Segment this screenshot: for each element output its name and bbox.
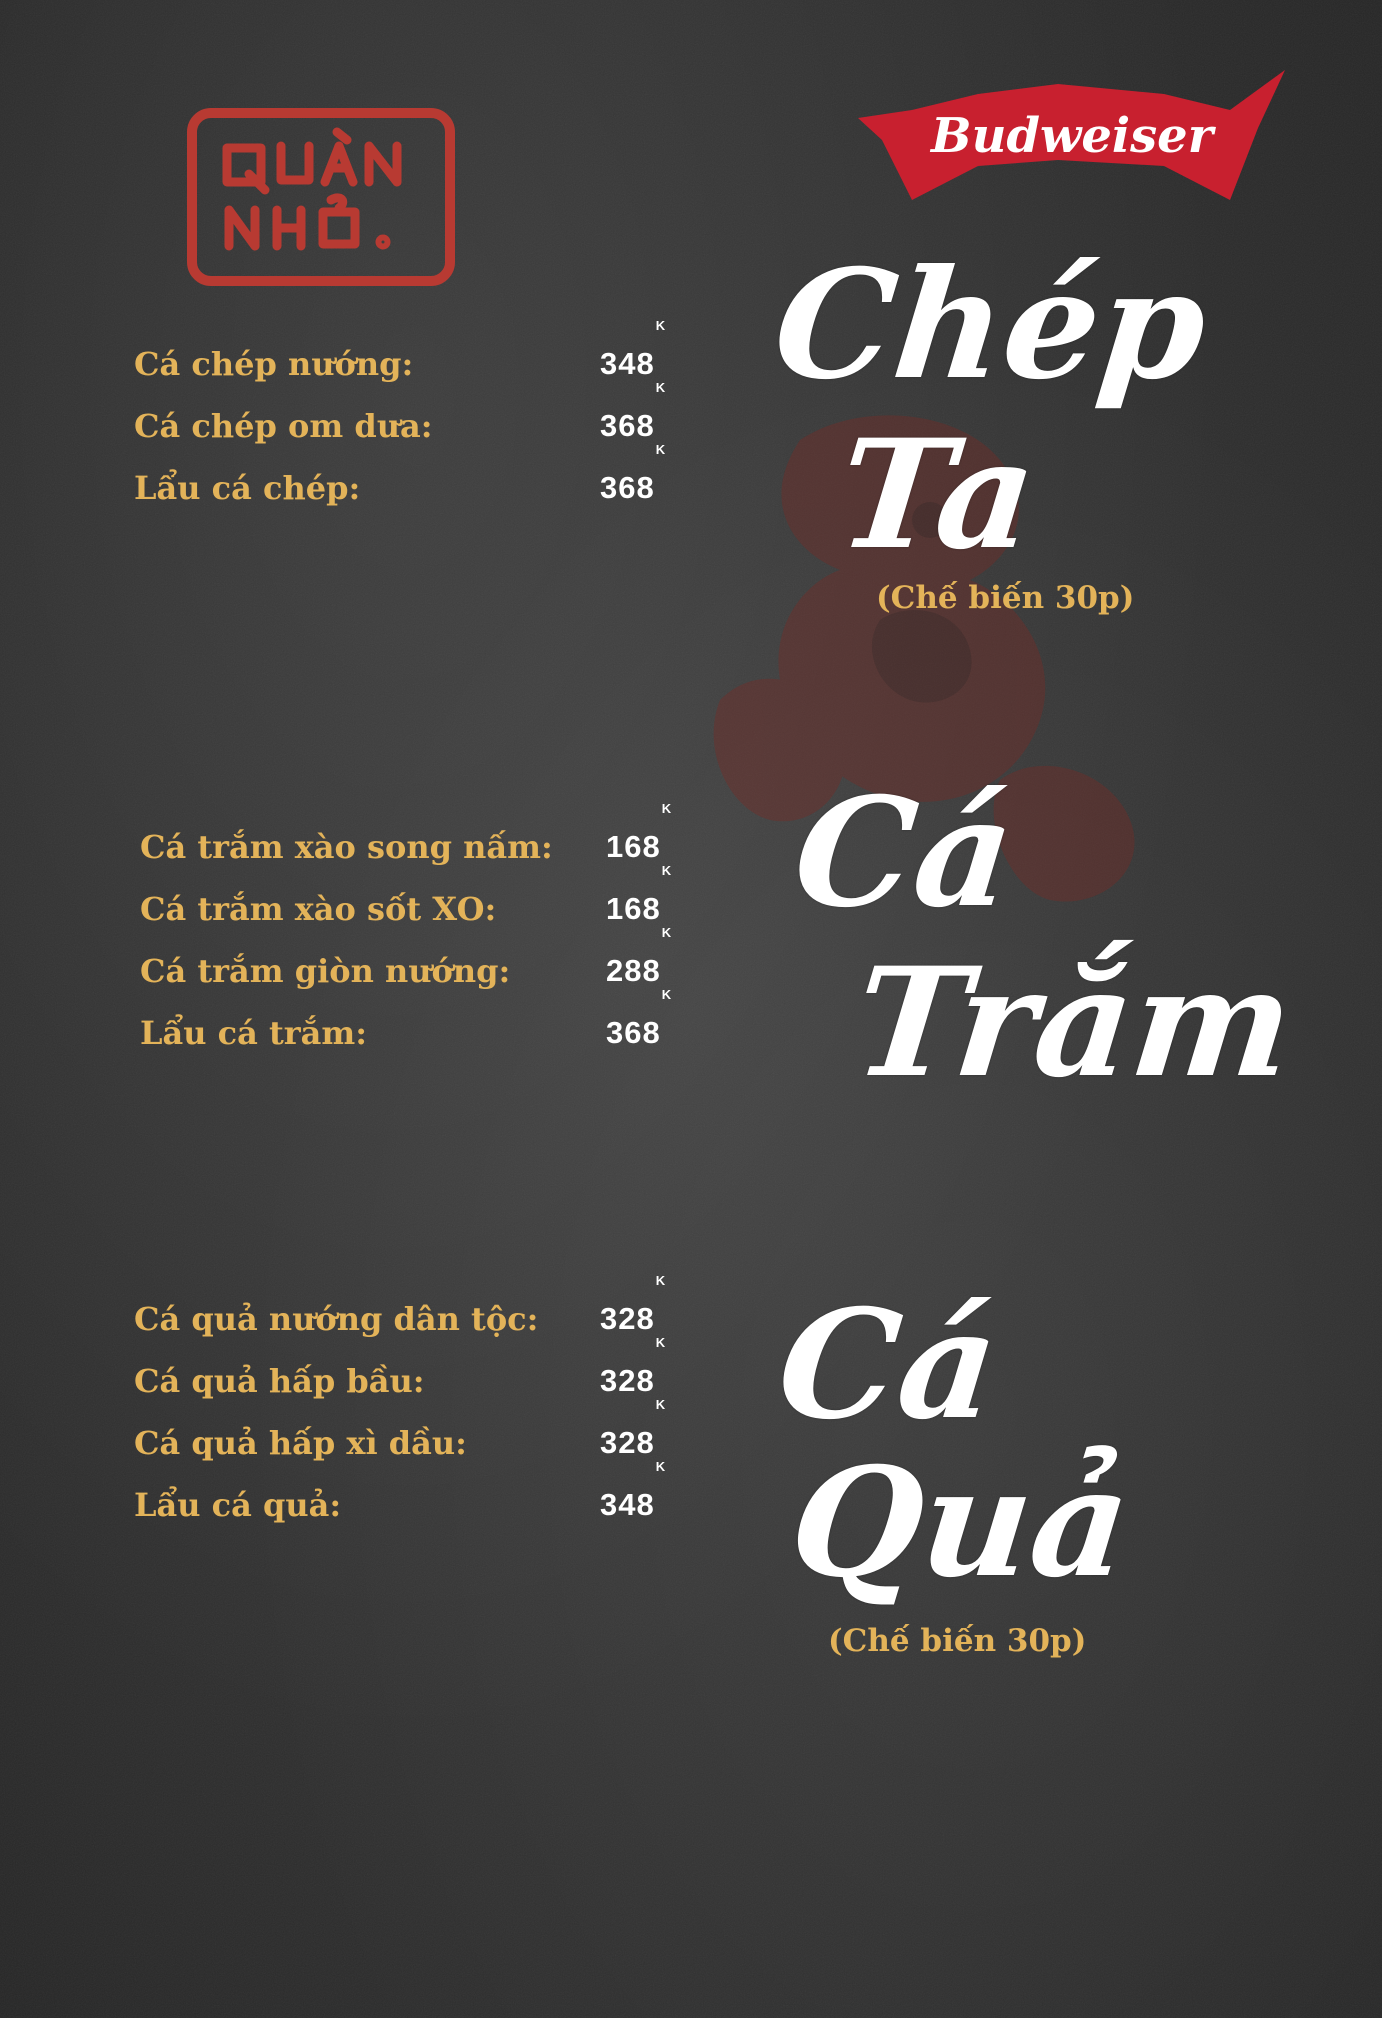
menu-item: Cá quả hấp xì dầu: 328 K — [134, 1397, 694, 1474]
price-unit: K — [655, 1335, 667, 1350]
menu-item: Cá trắm xào sốt XO: 168 K — [140, 863, 700, 940]
price-unit: K — [661, 863, 673, 878]
menu-list-qua: Cá quả nướng dân tộc: 328 K Cá quả hấp bầ… — [134, 1273, 694, 1536]
menu-item: Cá quả hấp bầu: 328 K — [134, 1335, 694, 1412]
menu-item: Cá chép om dưa: 368 K — [134, 380, 694, 457]
menu-item: Cá trắm xào song nấm: 168 K — [140, 801, 700, 878]
price-unit: K — [661, 801, 673, 816]
section-title-ca-tram-line1: Cá — [786, 765, 1022, 941]
item-price: 368 K — [606, 987, 673, 1050]
item-name: Lẩu cá trắm: — [140, 1014, 368, 1052]
price-unit: K — [655, 1459, 667, 1474]
item-name: Cá quả hấp xì dầu: — [134, 1424, 467, 1462]
prep-time-note-chep: (Chế biến 30p) — [876, 580, 1135, 616]
menu-list-chep: Cá chép nướng: 348 K Cá chép om dưa: 368 K… — [134, 318, 694, 519]
quan-nho-logo-stamp — [187, 108, 455, 286]
price-unit: K — [655, 380, 667, 395]
item-name: Cá quả hấp bầu: — [134, 1362, 425, 1400]
item-price: 288 K — [606, 925, 673, 988]
item-name: Cá chép nướng: — [134, 345, 414, 383]
price-unit: K — [655, 442, 667, 457]
item-price: 328 K — [600, 1273, 667, 1336]
item-name: Cá chép om dưa: — [134, 407, 433, 445]
section-title-chep: Chép — [766, 237, 1215, 413]
price-unit: K — [661, 987, 673, 1002]
item-price: 168 K — [606, 863, 673, 926]
section-title-tram: Trắm — [846, 935, 1301, 1111]
item-name: Cá trắm xào sốt XO: — [140, 890, 497, 928]
menu-list-tram: Cá trắm xào song nấm: 168 K Cá trắm xào s… — [140, 801, 700, 1064]
menu-item: Cá quả nướng dân tộc: 328 K — [134, 1273, 694, 1350]
section-title-ta: Ta — [830, 407, 1044, 583]
item-name: Cá trắm giòn nướng: — [140, 952, 511, 990]
section-title-qua: Quả — [782, 1435, 1139, 1611]
menu-item: Cá chép nướng: 348 K — [134, 318, 694, 395]
item-name: Lẩu cá chép: — [134, 469, 361, 507]
menu-item: Lẩu cá chép: 368 K — [134, 442, 694, 519]
item-price: 168 K — [606, 801, 673, 864]
menu-item: Lẩu cá trắm: 368 K — [140, 987, 700, 1064]
price-unit: K — [655, 1273, 667, 1288]
budweiser-logo: Budweiser — [858, 70, 1285, 206]
item-price: 368 K — [600, 442, 667, 505]
item-price: 328 K — [600, 1397, 667, 1460]
item-name: Cá trắm xào song nấm: — [140, 828, 553, 866]
price-unit: K — [661, 925, 673, 940]
item-price: 348 K — [600, 318, 667, 381]
svg-text:Budweiser: Budweiser — [929, 108, 1217, 164]
section-title-ca-qua-line1: Cá — [770, 1277, 1006, 1453]
price-unit: K — [655, 1397, 667, 1412]
prep-time-note-qua: (Chế biến 30p) — [828, 1623, 1087, 1659]
item-name: Cá quả nướng dân tộc: — [134, 1300, 539, 1338]
price-unit: K — [655, 318, 667, 333]
item-name: Lẩu cá quả: — [134, 1486, 342, 1524]
item-price: 368 K — [600, 380, 667, 443]
item-price: 348 K — [600, 1459, 667, 1522]
menu-item: Cá trắm giòn nướng: 288 K — [140, 925, 700, 1002]
item-price: 328 K — [600, 1335, 667, 1398]
menu-item: Lẩu cá quả: 348 K — [134, 1459, 694, 1536]
